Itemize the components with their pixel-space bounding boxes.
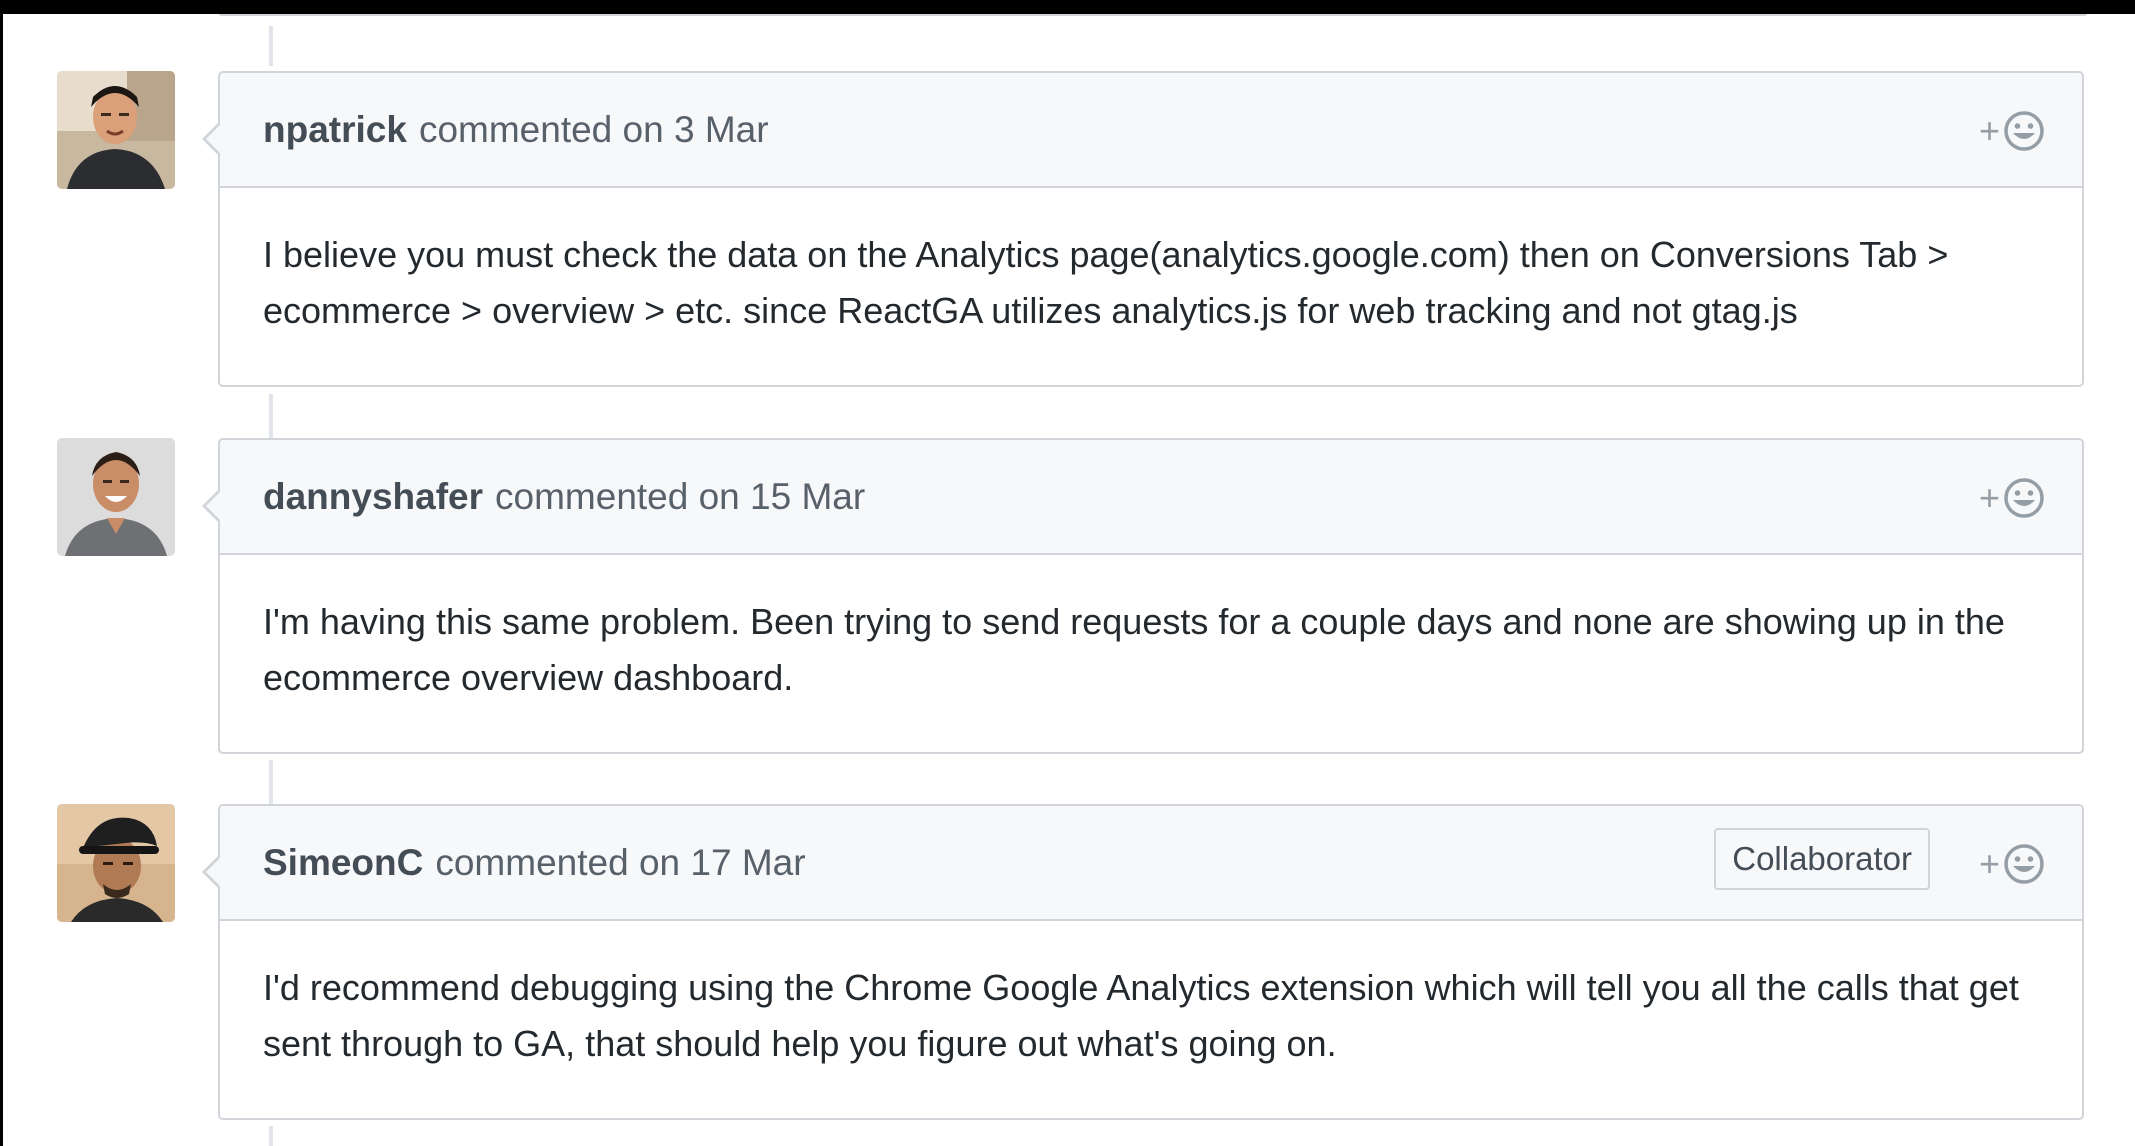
timeline-connector [269,1126,273,1146]
comment-body: I believe you must check the data on the… [263,234,1949,331]
comment-author-link[interactable]: dannyshafer [263,476,483,518]
timeline-connector [269,394,273,438]
smiley-icon [2004,844,2044,884]
avatar-simeonc-image [57,804,175,922]
avatar-dannyshafer-image [57,438,175,556]
add-reaction-button[interactable]: + [1979,476,2046,520]
avatar[interactable] [57,71,175,189]
comment-header: npatrick commented on 3 Mar + [220,73,2082,188]
comment-timestamp[interactable]: commented on 3 Mar [419,109,769,151]
comment-header: SimeonC commented on 17 Mar Collaborator… [220,806,2082,921]
add-reaction-button[interactable]: + [1979,842,2046,886]
comment-header: dannyshafer commented on 15 Mar + [220,440,2082,555]
comment-box: npatrick commented on 3 Mar + I believe … [202,71,2084,387]
plus-icon: + [1978,477,2000,518]
comment-author-link[interactable]: SimeonC [263,842,423,884]
comment-body: I'm having this same problem. Been tryin… [263,601,2005,698]
plus-icon: + [1978,110,2000,151]
avatar-npatrick-image [57,71,175,189]
avatar[interactable] [57,804,175,922]
smiley-icon [2004,478,2044,518]
comment-timestamp[interactable]: commented on 17 Mar [435,842,805,884]
comment-author-link[interactable]: npatrick [263,109,407,151]
smiley-icon [2004,111,2044,151]
previous-comment-box [218,14,2088,16]
comment-body: I'd recommend debugging using the Chrome… [263,967,2019,1064]
plus-icon: + [1978,843,2000,884]
comment-timestamp[interactable]: commented on 15 Mar [495,476,865,518]
timeline-connector [269,26,273,66]
comment-box: SimeonC commented on 17 Mar Collaborator… [202,804,2084,1120]
collaborator-badge: Collaborator [1714,828,1930,890]
add-reaction-button[interactable]: + [1979,109,2046,153]
timeline-connector [269,760,273,804]
comment-box: dannyshafer commented on 15 Mar + I'm ha… [202,438,2084,754]
comment-timeline: npatrick commented on 3 Mar + I believe … [3,14,2135,1146]
avatar[interactable] [57,438,175,556]
